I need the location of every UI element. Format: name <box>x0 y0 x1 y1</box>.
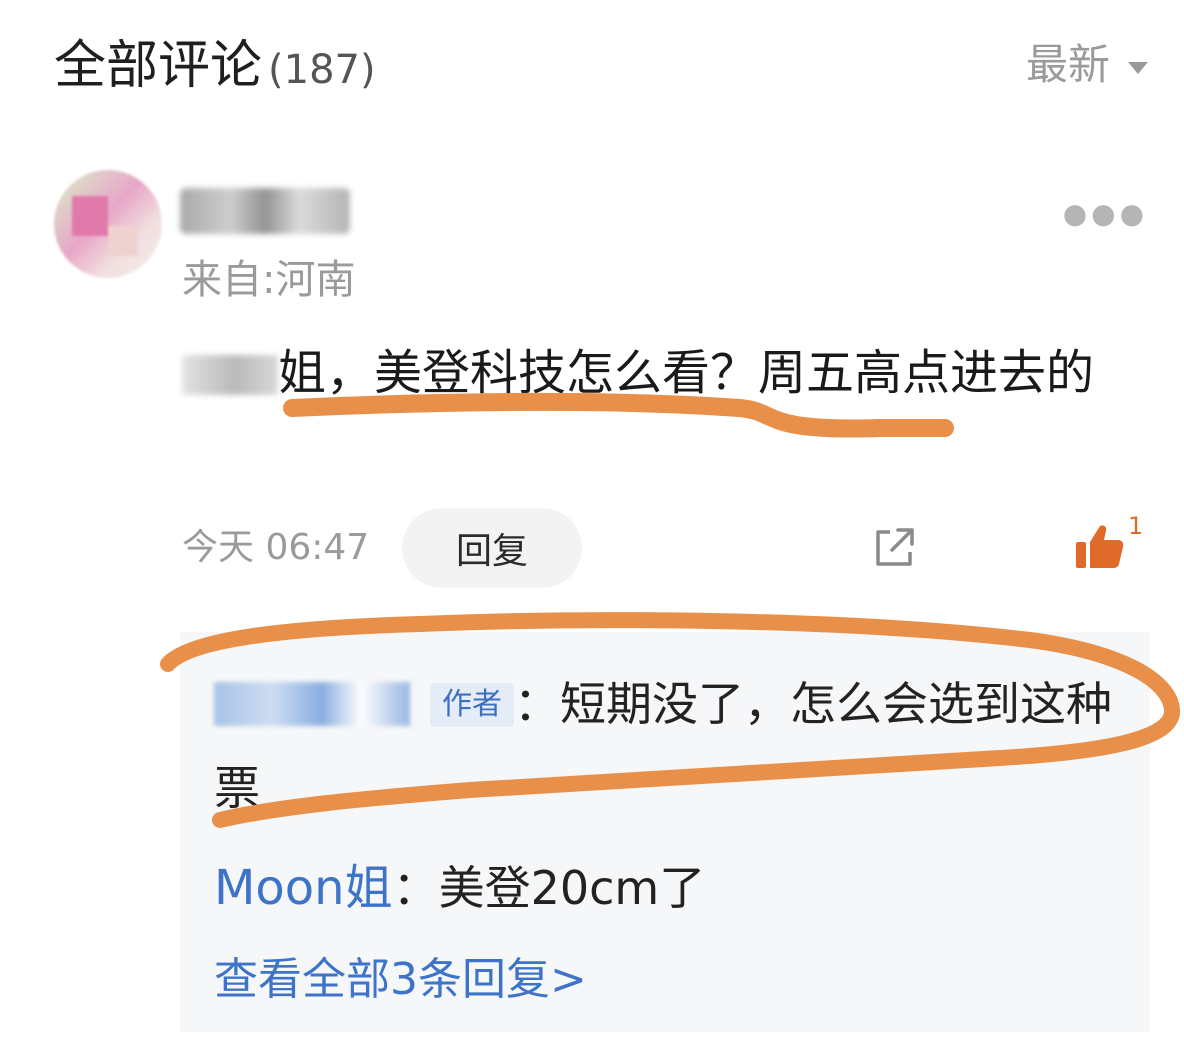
comments-count: (187) <box>268 47 376 93</box>
reply-item[interactable]: Moon姐：美登20cm了 <box>214 846 705 930</box>
reply-item[interactable]: 作者 ：短期没了，怎么会选到这种票 <box>214 662 1114 830</box>
comments-title: 全部评论 <box>54 36 263 96</box>
view-all-replies-link[interactable]: 查看全部3条回复> <box>214 938 587 1022</box>
reply-button[interactable]: 回复 <box>402 508 582 588</box>
sort-label: 最新 <box>1025 40 1110 89</box>
replies-box: 作者 ：短期没了，怎么会选到这种票 Moon姐：美登20cm了 查看全部3条回复> <box>180 632 1150 1032</box>
reply-author-name[interactable]: Moon姐 <box>214 860 393 916</box>
reply-author-blurred[interactable] <box>214 682 410 726</box>
share-icon[interactable] <box>870 524 918 572</box>
comments-header: 全部评论 (187) <box>54 40 376 92</box>
reply-separator: ： <box>392 861 439 915</box>
reply-separator: ： <box>514 677 560 731</box>
thumbs-up-icon[interactable] <box>1074 520 1126 572</box>
sort-dropdown[interactable]: 最新 <box>1026 44 1148 86</box>
like-count: 1 <box>1128 512 1144 540</box>
more-dots-icon[interactable]: ●●● <box>1063 200 1148 228</box>
comment-body: 姐，美登科技怎么看？周五高点进去的 <box>182 330 1132 416</box>
avatar[interactable] <box>54 170 162 278</box>
author-badge: 作者 <box>430 683 514 727</box>
location-label: 来自:河南 <box>182 257 356 303</box>
reply-text: 美登20cm了 <box>438 861 706 915</box>
comment-time: 今天 06:47 <box>182 527 370 568</box>
comment-text: 姐，美登科技怎么看？周五高点进去的 <box>278 345 1095 401</box>
mention-blurred <box>182 355 278 395</box>
username-blurred[interactable] <box>180 188 350 234</box>
caret-down-icon <box>1128 61 1148 74</box>
